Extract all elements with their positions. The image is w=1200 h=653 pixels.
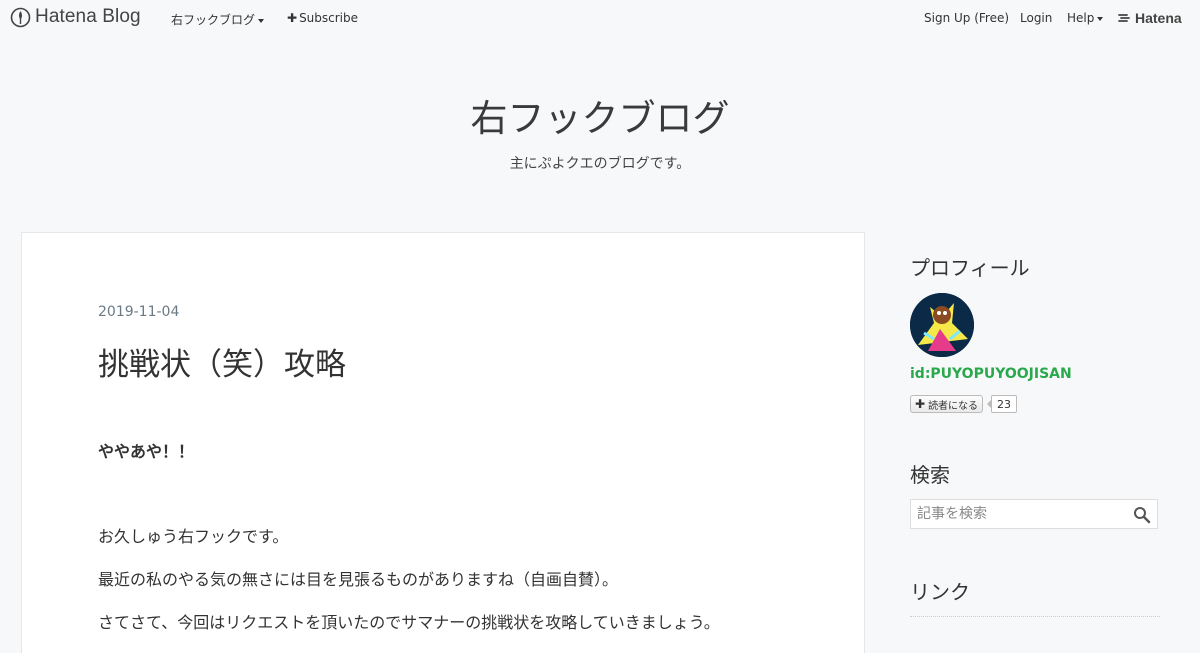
profile-id-link[interactable]: id:PUYOPUYOOJISAN — [910, 366, 1072, 382]
entry-card: 2019-11-04 挑戦状（笑）攻略 ややあや！！ お久しゅう右フックです。 … — [21, 232, 865, 653]
links-divider — [910, 616, 1160, 617]
chevron-down-icon — [258, 18, 265, 23]
plus-icon: ✚ — [915, 397, 926, 411]
subscribe-button-label: 読者になる — [928, 400, 979, 412]
hatena-blog-logo-icon — [10, 7, 31, 27]
search-form — [910, 499, 1158, 529]
blog-menu-dropdown[interactable]: 右フックブログ — [171, 11, 265, 28]
logo-text: Hatena Blog — [35, 6, 141, 27]
profile-heading: プロフィール — [910, 256, 1030, 280]
search-heading: 検索 — [910, 463, 950, 487]
avatar-image — [910, 293, 974, 357]
blog-menu-label: 右フックブログ — [171, 13, 256, 27]
help-dropdown[interactable]: Help — [1067, 11, 1104, 25]
hatena-logo[interactable]: Hatena — [1118, 10, 1182, 26]
help-label: Help — [1067, 11, 1095, 25]
subscribe-label: Subscribe — [299, 11, 359, 25]
entry-paragraph: 最近の私のやる気の無さには目を見張るものがありますね（自画自賛）。 — [98, 570, 619, 589]
blog-title[interactable]: 右フックブログ — [0, 88, 1200, 142]
entry-title[interactable]: 挑戦状（笑）攻略 — [98, 339, 346, 384]
global-header: Hatena Blog 右フックブログ ✚ Subscribe Sign Up (… — [0, 0, 1200, 36]
blog-description: 主にぷよクエのブログです。 — [509, 156, 691, 172]
subscriber-count: 23 — [987, 395, 1017, 413]
entry-paragraph: お久しゅう右フックです。 — [98, 527, 289, 546]
hatena-logo-icon — [1118, 14, 1130, 22]
login-link[interactable]: Login — [1020, 11, 1052, 25]
entry-paragraph: さてさて、今回はリクエストを頂いたのでサマナーの挑戦状を攻略していきましょう。 — [98, 613, 720, 632]
profile-avatar[interactable] — [910, 293, 974, 357]
subscribe-button[interactable]: ✚ 読者になる — [910, 395, 984, 413]
plus-icon: ✚ — [287, 11, 298, 25]
signup-link[interactable]: Sign Up (Free) — [924, 11, 1009, 25]
search-icon[interactable] — [1133, 506, 1151, 524]
entry-paragraph: ややあや！！ — [98, 442, 195, 461]
subscribe-link[interactable]: ✚ Subscribe — [287, 11, 358, 25]
search-input[interactable] — [911, 500, 1141, 528]
entry-date[interactable]: 2019-11-04 — [98, 304, 179, 320]
links-heading: リンク — [910, 580, 970, 604]
hatena-blog-logo[interactable]: Hatena Blog — [10, 6, 141, 28]
chevron-down-icon — [1097, 16, 1104, 21]
hatena-logo-text: Hatena — [1135, 10, 1182, 26]
